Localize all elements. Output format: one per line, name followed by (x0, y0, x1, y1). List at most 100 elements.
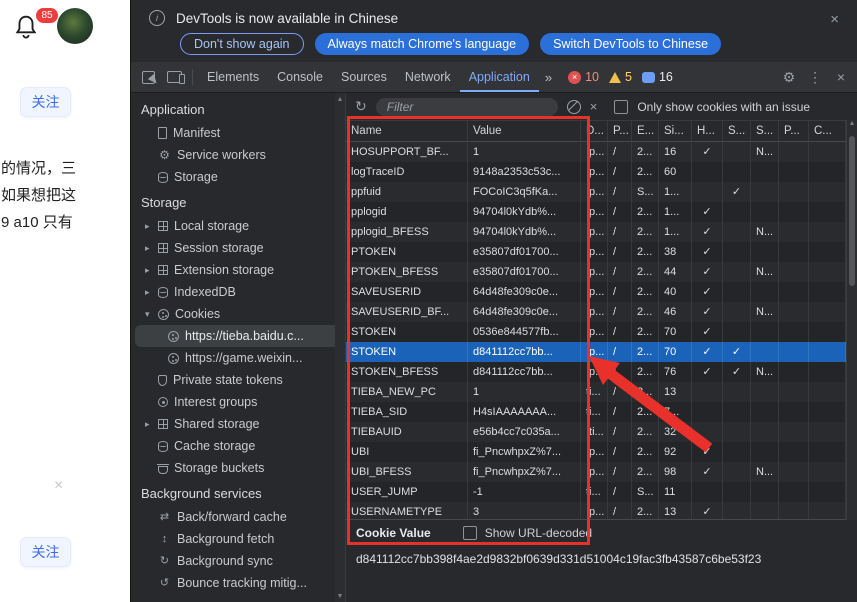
cookie-cell: 2... (632, 442, 659, 462)
inspect-element-button[interactable] (135, 62, 161, 92)
column-header-si[interactable]: Si... (659, 121, 692, 141)
cookie-row[interactable]: TIEBA_NEW_PC1ti.../2...13 (346, 382, 846, 402)
banner-close-icon[interactable]: × (830, 11, 839, 28)
notification-bell-button[interactable]: 85 (12, 12, 56, 48)
chevron-down-icon[interactable]: ▾ (145, 309, 158, 320)
cookie-row[interactable]: UBI_BFESSfi_PncwhpxZ%7....p.../2...98✓N.… (346, 462, 846, 482)
sidebar-item-shared-storage[interactable]: ▸Shared storage (131, 413, 345, 435)
cookie-cell: 64d48fe309c0e... (468, 282, 581, 302)
cookie-row[interactable]: PTOKEN_BFESSe35807df01700....p.../2...44… (346, 262, 846, 282)
scrollbar-thumb[interactable] (849, 136, 855, 286)
sidebar-item-back-forward-cache[interactable]: Back/forward cache (131, 506, 345, 528)
cookie-row[interactable]: logTraceID9148a2353c53c....p.../2...60 (346, 162, 846, 182)
sidebar-item-https-game-weixin[interactable]: https://game.weixin... (131, 347, 345, 369)
sidebar-item-indexeddb[interactable]: ▸IndexedDB (131, 281, 345, 303)
column-header-h[interactable]: H... (692, 121, 723, 141)
more-tabs-icon[interactable]: » (539, 70, 558, 85)
devtools-menu-button[interactable]: ⋮ (803, 69, 827, 86)
column-header-s[interactable]: S... (751, 121, 779, 141)
warning-badge[interactable]: 5 (609, 70, 632, 84)
cookie-cell (751, 382, 779, 402)
tab-application[interactable]: Application (460, 62, 539, 92)
sidebar-item-session-storage[interactable]: ▸Session storage (131, 237, 345, 259)
cookie-row[interactable]: pplogid94704l0kYdb%....p.../2...1...✓ (346, 202, 846, 222)
column-header-c[interactable]: C... (809, 121, 846, 141)
cookie-row[interactable]: TIEBA_SIDH4sIAAAAAAA...ti.../2...7... (346, 402, 846, 422)
sidebar-item-cache-storage[interactable]: Cache storage (131, 435, 345, 457)
follow-button-top[interactable]: 关注 (20, 87, 71, 117)
cookie-row[interactable]: STOKEN0536e844577fb....p.../2...70✓ (346, 322, 846, 342)
cookie-cell (751, 182, 779, 202)
column-header-p[interactable]: P... (779, 121, 809, 141)
clear-all-cookies-icon[interactable] (567, 100, 581, 114)
error-badge[interactable]: × 10 (568, 70, 599, 84)
sidebar-item-interest-groups[interactable]: Interest groups (131, 391, 345, 413)
refresh-icon[interactable]: ↻ (355, 98, 367, 115)
chevron-right-icon[interactable]: ▸ (145, 221, 158, 232)
cookie-row[interactable]: pplogid_BFESS94704l0kYdb%....p.../2...1.… (346, 222, 846, 242)
cookie-row[interactable]: TIEBAUIDe56b4cc7c035a....ti.../2...32 (346, 422, 846, 442)
show-url-decoded-checkbox[interactable] (463, 526, 477, 540)
follow-button-bottom[interactable]: 关注 (20, 537, 71, 567)
column-header-p[interactable]: P... (608, 121, 632, 141)
sidebar-item-cookies[interactable]: ▾Cookies (131, 303, 345, 325)
cookie-row[interactable]: ppfuidFOCoIC3q5fKa....p.../S...1...✓ (346, 182, 846, 202)
cookie-row[interactable]: PTOKENe35807df01700....p.../2...38✓ (346, 242, 846, 262)
cookie-row[interactable]: USERNAMETYPE3.p.../2...13✓ (346, 502, 846, 519)
cookie-row[interactable]: SAVEUSERID_BF...64d48fe309c0e....p.../2.… (346, 302, 846, 322)
device-toolbar-button[interactable] (161, 62, 187, 92)
sidebar-item-extension-storage[interactable]: ▸Extension storage (131, 259, 345, 281)
column-header-e[interactable]: E... (632, 121, 659, 141)
column-header-name[interactable]: Name (346, 121, 468, 141)
close-icon[interactable]: × (54, 477, 63, 495)
devtools-close-button[interactable]: × (829, 69, 853, 85)
column-header-s[interactable]: S... (723, 121, 751, 141)
table-scrollbar[interactable]: ▲ (846, 120, 857, 520)
cookie-cell: / (608, 322, 632, 342)
sidebar-scrollbar[interactable]: ▲ ▼ (335, 93, 345, 602)
sidebar-item-storage[interactable]: Storage (131, 166, 345, 188)
sidebar-item-bounce-tracking-mitig[interactable]: Bounce tracking mitig... (131, 572, 345, 594)
filter-input[interactable] (376, 98, 558, 116)
cookie-cell (809, 482, 846, 502)
sidebar-item-local-storage[interactable]: ▸ Local storage (131, 215, 345, 237)
settings-button[interactable]: ⚙ (777, 69, 801, 86)
column-header-value[interactable]: Value (468, 121, 581, 141)
tab-elements[interactable]: Elements (198, 62, 268, 92)
cookie-cell: .p... (581, 282, 608, 302)
scroll-down-icon[interactable]: ▼ (337, 593, 344, 600)
sidebar-item-background-sync[interactable]: Background sync (131, 550, 345, 572)
column-header-d[interactable]: D... (581, 121, 608, 141)
token-icon (158, 375, 167, 386)
cookie-row[interactable]: HOSUPPORT_BF...1.p.../2...16✓N... (346, 142, 846, 162)
sidebar-item-manifest[interactable]: Manifest (131, 122, 345, 144)
cookie-row[interactable]: STOKEN_BFESSd841112cc7bb....p.../2...76✓… (346, 362, 846, 382)
sidebar-item-https-tieba-baidu-c[interactable]: https://tieba.baidu.c... (135, 325, 341, 347)
tab-sources[interactable]: Sources (332, 62, 396, 92)
sidebar-item-label: Local storage (174, 219, 249, 233)
dismiss-banner-button[interactable]: Don't show again (180, 33, 304, 55)
tab-network[interactable]: Network (396, 62, 460, 92)
chevron-right-icon[interactable]: ▸ (145, 243, 158, 254)
issues-badge[interactable]: 16 (642, 70, 673, 84)
chevron-right-icon[interactable]: ▸ (145, 265, 158, 276)
cookie-row[interactable]: SAVEUSERID64d48fe309c0e....p.../2...40✓ (346, 282, 846, 302)
switch-to-chinese-button[interactable]: Switch DevTools to Chinese (540, 33, 721, 55)
sidebar-item-storage-buckets[interactable]: Storage buckets (131, 457, 345, 479)
delete-selected-icon[interactable]: × (590, 99, 598, 114)
cookie-row[interactable]: UBIfi_PncwhpxZ%7....p.../2...92✓ (346, 442, 846, 462)
scroll-up-icon[interactable]: ▲ (337, 96, 344, 103)
sidebar-item-private-state-tokens[interactable]: Private state tokens (131, 369, 345, 391)
chevron-right-icon[interactable]: ▸ (145, 287, 158, 298)
only-issue-checkbox[interactable] (614, 100, 628, 114)
chevron-right-icon[interactable]: ▸ (145, 419, 158, 430)
match-language-button[interactable]: Always match Chrome's language (315, 33, 530, 55)
tab-console[interactable]: Console (268, 62, 332, 92)
cookie-cell: 94704l0kYdb%... (468, 202, 581, 222)
avatar[interactable] (57, 8, 93, 44)
sidebar-item-service-workers[interactable]: Service workers (131, 144, 345, 166)
warning-icon (609, 72, 621, 83)
cookie-row[interactable]: STOKENd841112cc7bb....p.../2...70✓✓ (346, 342, 846, 362)
cookie-row[interactable]: USER_JUMP-1ti.../S...11 (346, 482, 846, 502)
sidebar-item-background-fetch[interactable]: Background fetch (131, 528, 345, 550)
